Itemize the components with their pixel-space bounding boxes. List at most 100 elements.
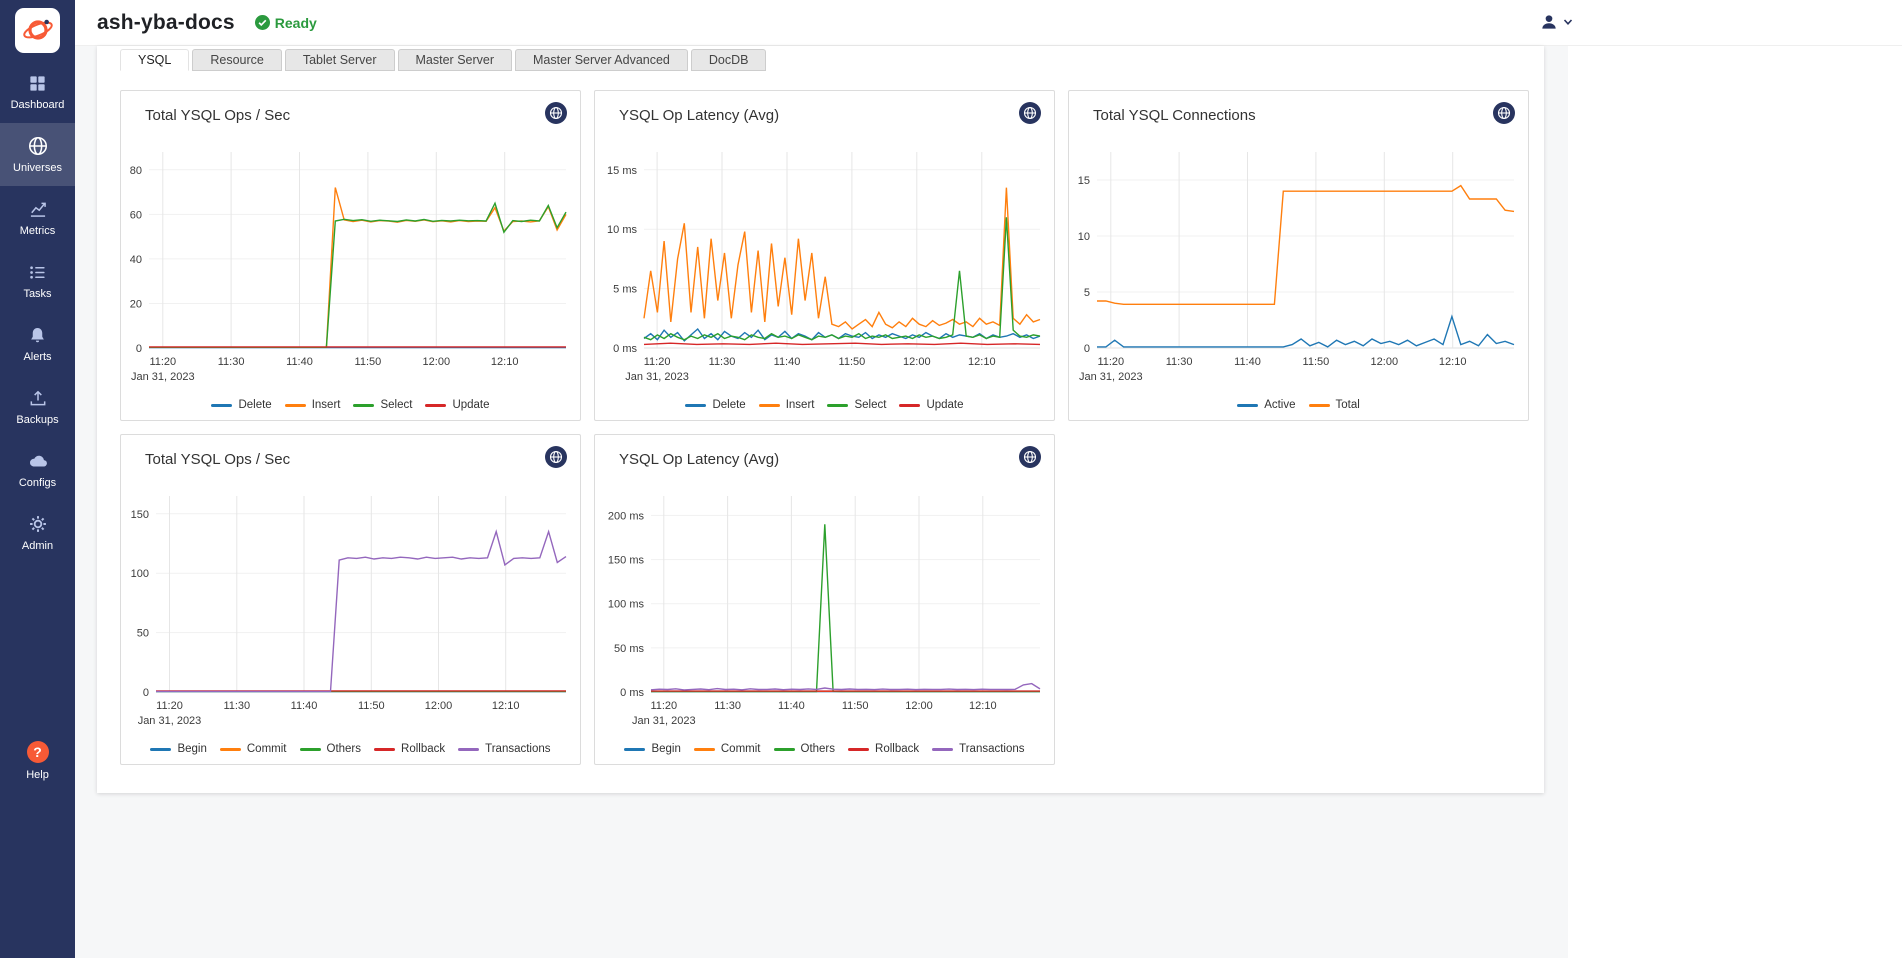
legend-item-delete[interactable]: Delete (685, 399, 745, 411)
svg-text:11:40: 11:40 (286, 356, 313, 368)
sidebar-item-backups[interactable]: Backups (0, 375, 75, 438)
svg-text:150 ms: 150 ms (608, 555, 645, 567)
svg-text:60: 60 (130, 209, 142, 221)
svg-text:12:00: 12:00 (1371, 356, 1399, 368)
svg-text:12:10: 12:10 (1439, 356, 1467, 368)
svg-text:100: 100 (131, 568, 149, 580)
universes-globe-icon (27, 135, 49, 157)
legend-swatch (150, 748, 171, 751)
sidebar-item-help[interactable]: ? Help (0, 741, 75, 781)
svg-text:5 ms: 5 ms (613, 284, 637, 296)
line-chart-canvas: 05101511:2011:3011:4011:5012:0012:10Jan … (1069, 131, 1528, 397)
legend-item-commit[interactable]: Commit (220, 743, 287, 755)
chart-title: Total YSQL Ops / Sec (145, 451, 290, 468)
sidebar-item-tasks[interactable]: Tasks (0, 249, 75, 312)
svg-text:0 ms: 0 ms (620, 687, 644, 699)
legend-label: Update (452, 399, 489, 411)
tab-ysql[interactable]: YSQL (120, 49, 189, 71)
svg-text:150: 150 (131, 509, 149, 521)
svg-text:Jan 31, 2023: Jan 31, 2023 (632, 715, 696, 727)
legend-item-others[interactable]: Others (774, 743, 836, 755)
svg-text:11:20: 11:20 (149, 356, 176, 368)
svg-text:11:30: 11:30 (709, 356, 736, 368)
globe-icon[interactable] (1019, 446, 1041, 473)
svg-text:11:30: 11:30 (1166, 356, 1193, 368)
legend-item-rollback[interactable]: Rollback (848, 743, 919, 755)
alerts-bell-icon (28, 324, 47, 346)
globe-icon[interactable] (545, 102, 567, 129)
svg-text:11:40: 11:40 (774, 356, 801, 368)
sidebar: Dashboard Universes Metrics Tasks Alerts (0, 0, 75, 958)
status-badge: Ready (255, 15, 317, 31)
legend-item-begin[interactable]: Begin (624, 743, 680, 755)
sidebar-item-label: Metrics (20, 225, 55, 237)
svg-text:100 ms: 100 ms (608, 599, 645, 611)
tab-tablet-server[interactable]: Tablet Server (285, 49, 395, 71)
svg-text:11:20: 11:20 (156, 700, 183, 712)
chart-panel-total-ysql-ops-sec: Total YSQL Ops / Sec 02040608011:2011:30… (120, 90, 581, 421)
sidebar-item-configs[interactable]: Configs (0, 438, 75, 501)
chart-legend: Begin Commit Others Rollback Transactions (595, 743, 1054, 755)
legend-item-commit[interactable]: Commit (694, 743, 761, 755)
legend-swatch (353, 404, 374, 407)
svg-text:12:10: 12:10 (492, 700, 520, 712)
svg-text:0: 0 (143, 687, 149, 699)
legend-item-insert[interactable]: Insert (285, 399, 341, 411)
header: ash-yba-docs Ready (75, 0, 1902, 46)
svg-text:11:40: 11:40 (778, 700, 805, 712)
globe-icon[interactable] (1493, 102, 1515, 129)
sidebar-item-admin[interactable]: Admin (0, 501, 75, 564)
user-menu[interactable] (1539, 12, 1573, 32)
globe-icon[interactable] (545, 446, 567, 473)
svg-text:5: 5 (1084, 287, 1090, 299)
legend-item-begin[interactable]: Begin (150, 743, 206, 755)
legend-label: Rollback (401, 743, 445, 755)
sidebar-item-label: Backups (16, 414, 58, 426)
svg-text:50: 50 (137, 628, 149, 640)
tab-docdb[interactable]: DocDB (691, 49, 767, 71)
status-text: Ready (275, 15, 317, 31)
legend-label: Active (1264, 399, 1295, 411)
legend-swatch (211, 404, 232, 407)
app-logo[interactable] (15, 8, 60, 53)
line-chart-canvas: 05010015011:2011:3011:4011:5012:0012:10J… (121, 475, 580, 741)
legend-swatch (774, 748, 795, 751)
sidebar-item-label: Admin (22, 540, 53, 552)
chart-title: Total YSQL Ops / Sec (145, 107, 290, 124)
legend-item-update[interactable]: Update (899, 399, 963, 411)
legend-item-insert[interactable]: Insert (759, 399, 815, 411)
legend-item-others[interactable]: Others (300, 743, 362, 755)
tab-master-server[interactable]: Master Server (398, 49, 513, 71)
legend-item-select[interactable]: Select (353, 399, 412, 411)
legend-item-transactions[interactable]: Transactions (458, 743, 550, 755)
sidebar-item-metrics[interactable]: Metrics (0, 186, 75, 249)
legend-item-rollback[interactable]: Rollback (374, 743, 445, 755)
sidebar-item-alerts[interactable]: Alerts (0, 312, 75, 375)
svg-text:11:30: 11:30 (714, 700, 741, 712)
legend-label: Begin (651, 743, 680, 755)
svg-text:Jan 31, 2023: Jan 31, 2023 (131, 371, 195, 383)
legend-item-transactions[interactable]: Transactions (932, 743, 1024, 755)
legend-item-active[interactable]: Active (1237, 399, 1295, 411)
chart-legend: Active Total (1069, 399, 1528, 411)
sidebar-item-universes[interactable]: Universes (0, 123, 75, 186)
legend-item-select[interactable]: Select (827, 399, 886, 411)
legend-item-delete[interactable]: Delete (211, 399, 271, 411)
legend-label: Total (1336, 399, 1360, 411)
metrics-chart-icon (28, 198, 48, 220)
svg-text:11:40: 11:40 (1234, 356, 1261, 368)
chart-panel-total-ysql-ops-sec-transactions: Total YSQL Ops / Sec 05010015011:2011:30… (120, 434, 581, 765)
legend-label: Insert (312, 399, 341, 411)
tab-resource[interactable]: Resource (192, 49, 282, 71)
chart-title: YSQL Op Latency (Avg) (619, 451, 779, 468)
tab-master-server-advanced[interactable]: Master Server Advanced (515, 49, 688, 71)
sidebar-item-dashboard[interactable]: Dashboard (0, 60, 75, 123)
globe-icon[interactable] (1019, 102, 1041, 129)
legend-item-total[interactable]: Total (1309, 399, 1360, 411)
legend-swatch (932, 748, 953, 751)
svg-text:11:50: 11:50 (842, 700, 869, 712)
legend-label: Insert (786, 399, 815, 411)
legend-label: Update (926, 399, 963, 411)
legend-swatch (685, 404, 706, 407)
legend-item-update[interactable]: Update (425, 399, 489, 411)
